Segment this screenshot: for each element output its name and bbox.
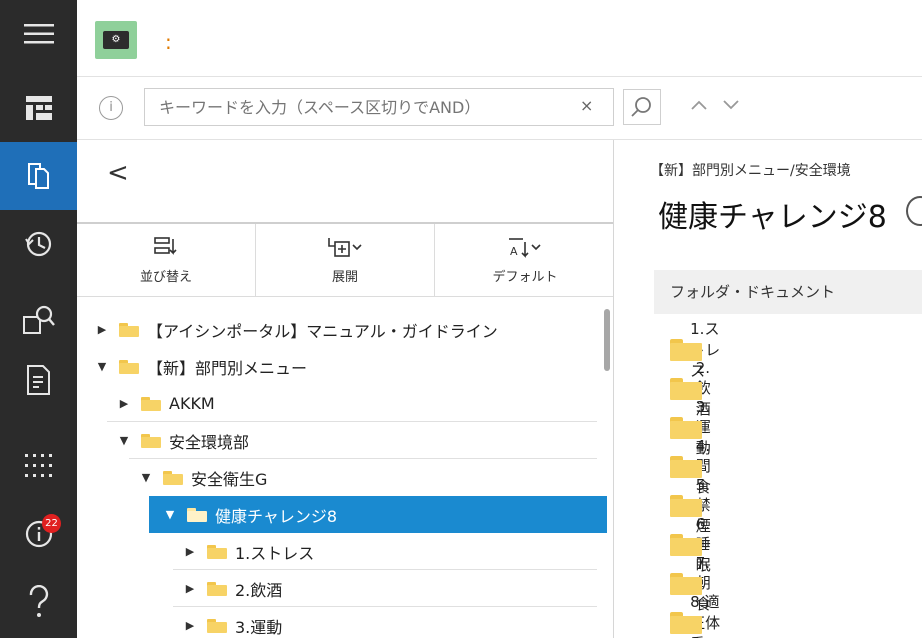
collapse-caret-icon[interactable]: ▼	[95, 360, 109, 373]
tree-row-label: 1.ストレス	[235, 543, 315, 563]
folder-icon	[670, 533, 702, 556]
apps-grid-icon	[24, 454, 52, 477]
collapse-caret-icon[interactable]: ▼	[163, 508, 177, 521]
folder-icon	[119, 359, 139, 374]
folder-icon	[119, 322, 139, 337]
apps-grid-button[interactable]	[0, 432, 77, 500]
search-folder-icon	[22, 305, 55, 334]
folder-icon	[670, 572, 702, 595]
next-result-button[interactable]	[721, 95, 741, 119]
svg-text:A: A	[510, 245, 518, 258]
expand-icon	[328, 237, 362, 257]
edit-document-button[interactable]	[0, 346, 77, 414]
comment-icon[interactable]	[906, 196, 922, 226]
search-input[interactable]	[144, 88, 614, 126]
tree-row-label: 【新】部門別メニュー	[147, 358, 308, 378]
folder-icon	[670, 416, 702, 439]
expand-caret-icon[interactable]: ▶	[95, 323, 109, 336]
tree-row[interactable]: ▶ AKKM	[77, 385, 637, 422]
folder-icon	[207, 581, 227, 596]
search-folder-button[interactable]	[0, 286, 77, 354]
search-bar: i ×	[77, 77, 922, 140]
documents-button[interactable]	[0, 142, 77, 210]
tree-row[interactable]: ▶ 2.飲酒	[77, 570, 703, 607]
app-title: :	[165, 30, 172, 54]
search-button[interactable]	[623, 89, 661, 125]
help-icon	[29, 585, 48, 617]
expand-caret-icon[interactable]: ▶	[183, 545, 197, 558]
tree-row-label: 健康チャレンジ8	[215, 506, 338, 526]
sort-icon	[154, 236, 177, 255]
back-button[interactable]: <	[107, 158, 129, 188]
expand-caret-icon[interactable]: ▶	[183, 619, 197, 632]
folder-icon	[670, 455, 702, 478]
tree-row-label: 3.運動	[235, 617, 283, 637]
search-icon	[631, 97, 651, 117]
folder-icon	[163, 470, 183, 485]
app-logo: ⚙	[95, 21, 137, 59]
default-sort-icon: A	[509, 237, 541, 258]
folder-icon	[141, 433, 161, 448]
notification-badge: 22	[42, 514, 61, 533]
tree-row[interactable]: ▼ 安全環境部	[77, 422, 637, 459]
tree-row[interactable]: ▼ 【新】部門別メニュー	[77, 348, 615, 385]
sort-label: 並び替え	[139, 269, 192, 285]
list-header: フォルダ・ドキュメント	[654, 270, 922, 314]
default-sort-button[interactable]: A デフォルト	[435, 224, 615, 296]
collapse-caret-icon[interactable]: ▼	[139, 471, 153, 484]
chevron-down-icon	[723, 100, 739, 110]
folder-icon	[207, 544, 227, 559]
app-logo-icon: ⚙	[103, 31, 129, 49]
folder-icon	[670, 494, 702, 517]
tree-row-label: 【アイシンポータル】マニュアル・ガイドライン	[147, 321, 498, 341]
expand-caret-icon[interactable]: ▶	[183, 582, 197, 595]
folder-icon	[187, 507, 207, 522]
folder-tree-panel: < 並び替え 展開 A デフォルト ▶ 【アイシンポータル】マニュアル・ガイドラ…	[77, 140, 614, 638]
tree-row-selected[interactable]: ▼ 健康チャレンジ8	[149, 496, 607, 533]
dashboard-icon	[25, 96, 52, 120]
prev-result-button[interactable]	[689, 95, 709, 119]
tree-row-label: AKKM	[169, 394, 215, 413]
tree-toolbar: 並び替え 展開 A デフォルト	[77, 222, 613, 297]
folder-icon	[670, 377, 702, 400]
folder-icon	[141, 396, 161, 411]
menu-icon	[23, 24, 54, 44]
dashboard-button[interactable]	[0, 74, 77, 142]
expand-label: 展開	[331, 269, 358, 285]
search-info-icon[interactable]: i	[99, 96, 123, 120]
breadcrumb[interactable]: 【新】部門別メニュー/安全環境	[650, 160, 851, 180]
expand-button[interactable]: 展開	[256, 224, 435, 296]
documents-icon	[27, 163, 49, 189]
search-clear-button[interactable]: ×	[580, 96, 593, 115]
tree-row[interactable]: ▶ 1.ストレス	[77, 533, 703, 570]
folder-icon	[207, 618, 227, 633]
tree-scrollbar[interactable]	[604, 309, 610, 371]
folder-icon	[670, 611, 703, 634]
help-button[interactable]	[0, 568, 77, 636]
tree-row-label: 安全環境部	[169, 432, 250, 452]
expand-caret-icon[interactable]: ▶	[117, 397, 131, 410]
tree-row-label: 2.飲酒	[235, 580, 283, 600]
collapse-caret-icon[interactable]: ▼	[117, 434, 131, 447]
tree-row[interactable]: ▶ 【アイシンポータル】マニュアル・ガイドライン	[77, 311, 615, 348]
sort-button[interactable]: 並び替え	[77, 224, 256, 296]
info-button[interactable]: 22	[0, 500, 77, 568]
menu-button[interactable]	[0, 0, 77, 68]
chevron-up-icon	[691, 100, 707, 110]
top-bar: ⚙ :	[77, 0, 922, 77]
content-pane: 【新】部門別メニュー/安全環境 健康チャレンジ8 フォルダ・ドキュメント 1.ス…	[614, 140, 922, 638]
history-button[interactable]	[0, 210, 77, 278]
tree-row[interactable]: ▼ 安全衛生G	[77, 459, 659, 496]
history-icon	[24, 231, 51, 257]
tree-row-label: 安全衛生G	[191, 469, 268, 489]
list-item[interactable]: 8.適正体重	[670, 593, 723, 638]
edit-document-icon	[26, 365, 50, 395]
tree-row[interactable]: ▶ 3.運動	[77, 607, 703, 644]
folder-icon	[670, 338, 703, 361]
page-title: 健康チャレンジ8	[658, 200, 887, 235]
left-nav-rail: 22	[0, 0, 77, 638]
default-sort-label: デフォルト	[492, 269, 558, 285]
